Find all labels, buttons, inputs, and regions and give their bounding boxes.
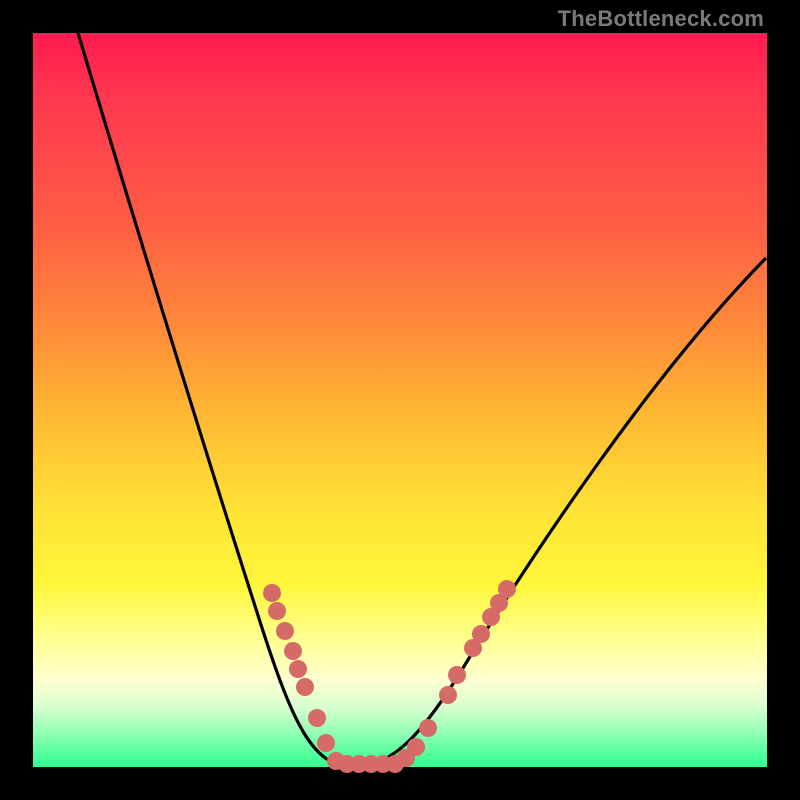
curve-marker (268, 602, 286, 620)
marker-group (263, 580, 516, 773)
curve-marker (498, 580, 516, 598)
curve-marker (439, 686, 457, 704)
app-frame: TheBottleneck.com (0, 0, 800, 800)
curve-marker (419, 719, 437, 737)
curve-marker (296, 678, 314, 696)
curve-marker (276, 622, 294, 640)
bottleneck-curve-svg (33, 33, 767, 767)
curve-marker (448, 666, 466, 684)
curve-marker (308, 709, 326, 727)
curve-marker (407, 738, 425, 756)
curve-marker (472, 625, 490, 643)
curve-marker (284, 642, 302, 660)
attribution-text: TheBottleneck.com (558, 6, 764, 32)
curve-marker (263, 584, 281, 602)
curve-marker (317, 734, 335, 752)
curve-marker (289, 660, 307, 678)
bottleneck-curve-path (78, 33, 766, 767)
